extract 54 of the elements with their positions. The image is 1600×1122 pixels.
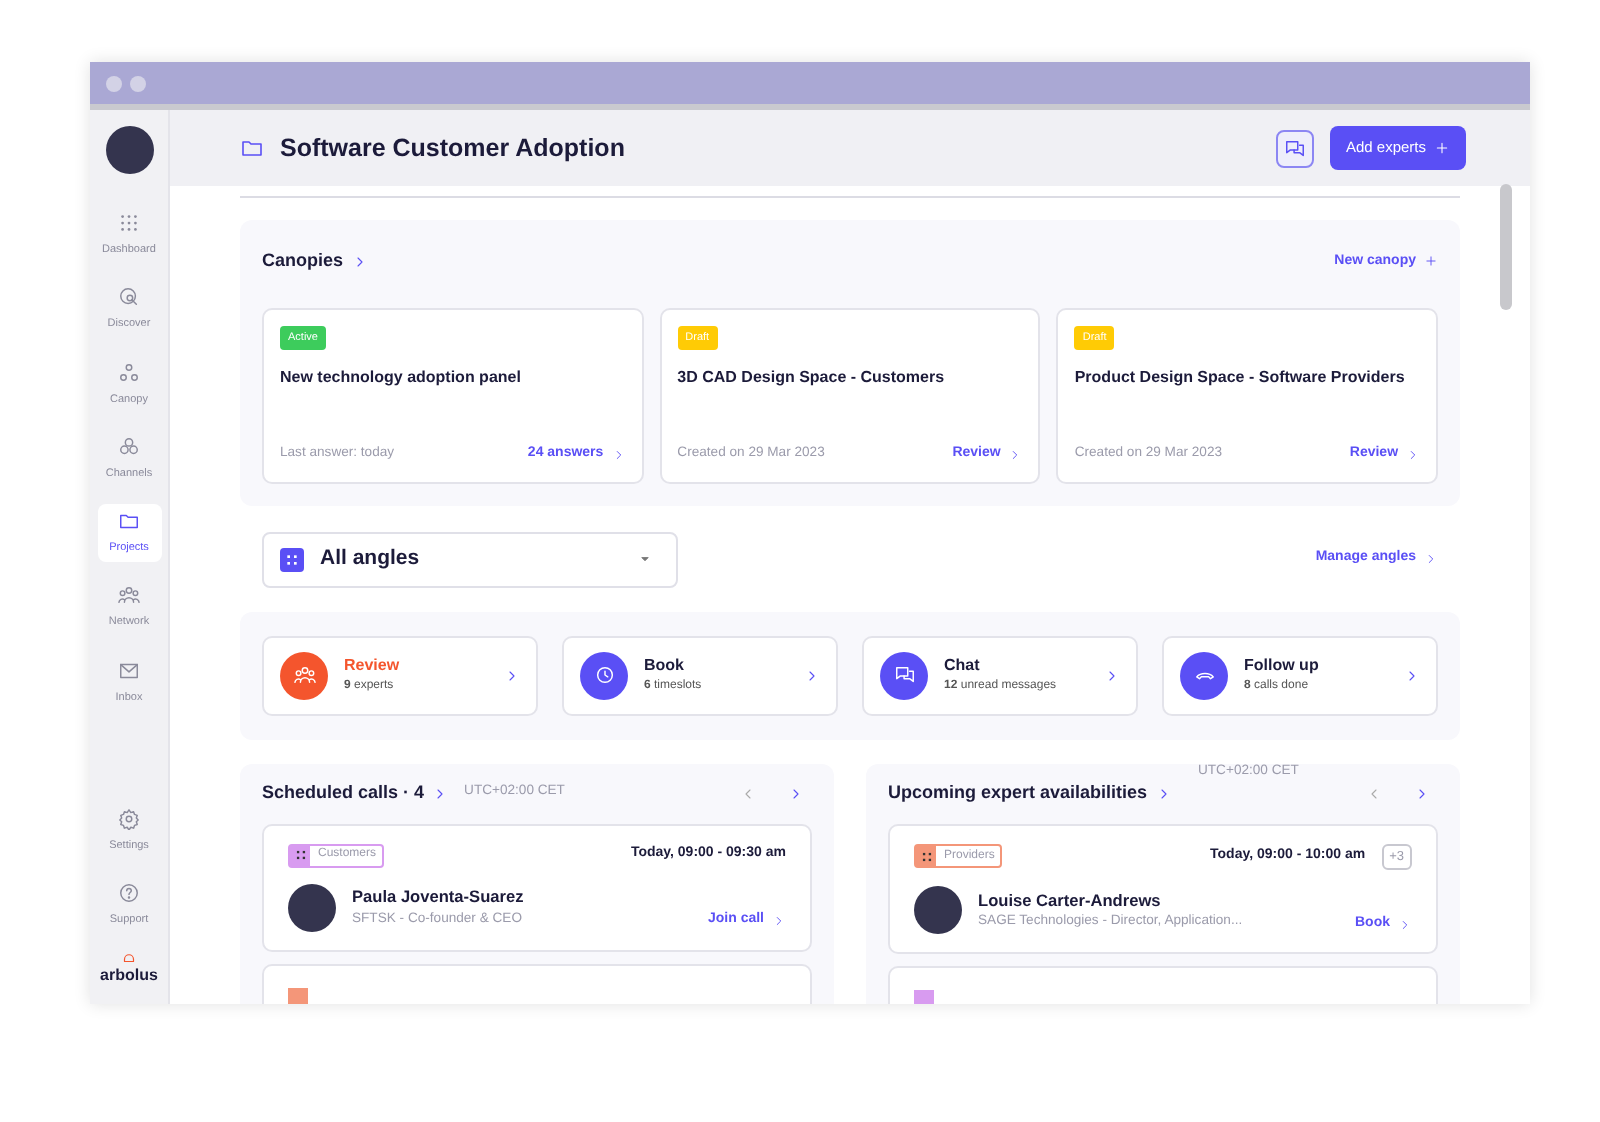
folder-icon xyxy=(240,136,264,160)
expert-name: Louise Carter-Andrews xyxy=(978,887,1163,913)
plus-icon xyxy=(1424,254,1438,269)
chevron-right-icon xyxy=(1008,447,1023,462)
chevron-right-icon xyxy=(1424,552,1438,566)
dropdown-value: All angles xyxy=(320,543,422,574)
scrollbar[interactable] xyxy=(1500,184,1512,310)
help-icon xyxy=(118,881,140,904)
avatar xyxy=(288,883,336,931)
action-title: Follow up xyxy=(1244,654,1321,678)
profile-photo xyxy=(105,126,153,174)
people-icon xyxy=(293,664,315,686)
logo-icon xyxy=(120,950,138,964)
globe-search-icon xyxy=(118,286,140,309)
chevron-right-icon xyxy=(804,667,820,683)
caret-down-icon xyxy=(638,552,652,566)
section-title-link[interactable]: Scheduled calls · 4 xyxy=(262,779,449,807)
chevron-right-icon xyxy=(504,667,520,683)
chevron-right-icon xyxy=(1406,447,1421,462)
action-title: Review xyxy=(344,654,402,678)
canopy-title: 3D CAD Design Space - Customers xyxy=(677,365,947,390)
plus-icon xyxy=(1434,140,1450,156)
chevron-right-icon xyxy=(1404,667,1420,683)
clock-icon xyxy=(593,664,615,686)
section-title-link[interactable]: Upcoming expert availabilities xyxy=(888,779,1172,807)
avatar xyxy=(914,886,962,935)
chevron-right-icon xyxy=(1104,667,1120,683)
logo-text: arbolus xyxy=(100,964,158,988)
envelope-icon xyxy=(118,659,140,681)
grid-icon xyxy=(919,849,933,864)
people-icon xyxy=(118,584,140,607)
chevron-right-icon xyxy=(772,913,786,928)
section-title-link[interactable]: Canopies xyxy=(262,248,368,275)
chevron-right-icon xyxy=(611,447,626,462)
action-title: Chat xyxy=(944,654,982,678)
grid-icon xyxy=(293,848,307,862)
chevron-right-icon[interactable] xyxy=(1414,785,1430,801)
folder-icon xyxy=(118,510,140,532)
chevron-right-icon xyxy=(1398,917,1412,931)
canopy-title: New technology adoption panel xyxy=(280,365,523,390)
chat-icon xyxy=(1283,137,1306,159)
chat-button[interactable] xyxy=(1275,129,1314,167)
angle-dropdown[interactable]: All angles xyxy=(262,531,678,587)
expert-name: Paula Joventa-Suarez xyxy=(352,884,526,910)
page-title: Software Customer Adoption xyxy=(280,131,627,166)
channels-icon xyxy=(118,435,140,458)
dots-grid-icon xyxy=(118,212,140,234)
action-title: Book xyxy=(644,654,686,678)
gear-icon xyxy=(118,807,140,829)
circles-icon xyxy=(118,361,140,383)
chat-icon xyxy=(893,664,915,686)
chevron-right-icon[interactable] xyxy=(788,785,804,801)
canopy-title: Product Design Space - Software Providers xyxy=(1074,365,1407,390)
grid-icon xyxy=(280,547,304,571)
